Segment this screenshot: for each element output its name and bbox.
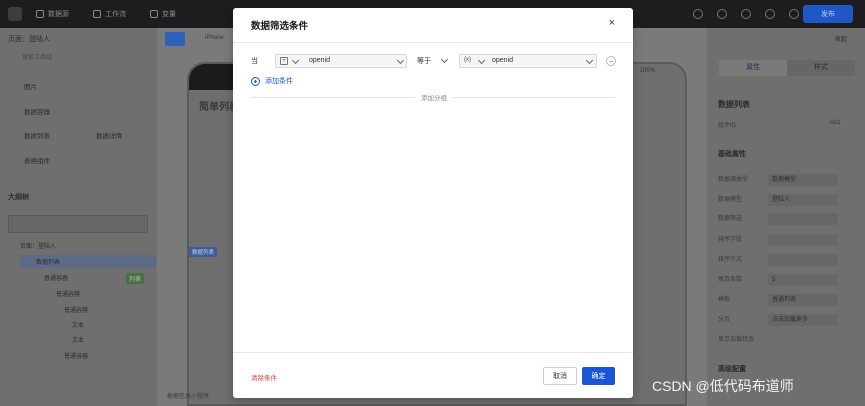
text-type-icon: T [280,57,288,65]
tree-node[interactable]: 普通容器 [64,351,88,360]
nav-workflow[interactable]: 工作流 [93,9,126,19]
prop-row: 每页条数 5 [718,274,858,288]
prop-row: 数据源类型 数据模型 [718,174,858,188]
operator-select[interactable]: 等于 [417,56,431,66]
chevron-down-icon [396,56,405,65]
play-icon[interactable] [765,9,775,19]
history-icon[interactable] [717,9,727,19]
close-icon[interactable]: × [609,17,615,29]
add-group-button[interactable]: 添加分组 [415,92,453,102]
prop-row: 数据筛选 [718,213,858,227]
left-panel: 页面：登陆人 搜索工具组 图片 数据容器 数据列表 数据详情 表格组件 大纲树 … [0,28,157,406]
nav-datasource[interactable]: 数据源 [36,9,69,19]
publish-button[interactable]: 发布 [803,5,853,23]
add-condition-button[interactable]: 添加条件 [251,75,293,87]
component-data-container[interactable]: 数据容器 [8,106,72,120]
field-value: openid [309,57,331,64]
remove-condition-icon[interactable] [606,56,616,66]
component-data-list[interactable]: 数据列表 [8,130,72,144]
tree-tag: 列表 [126,273,145,284]
prop-row: 模板 普通列表 [718,294,858,308]
battery-level: 100% [639,68,655,74]
variable-icon: {x} [464,57,472,63]
tree-node[interactable]: 页面：登陆人 [20,241,56,250]
prop-row: 显示加载状态 [718,337,755,343]
canvas-breadcrumb[interactable]: 根据信息小程序 [167,391,209,400]
tree-node[interactable]: 普通容器 [64,305,88,314]
footer-divider [233,352,633,353]
component-image[interactable]: 图片 [8,81,72,95]
help-icon[interactable] [693,9,703,19]
condition-when-label: 当 [251,58,258,65]
tree-node[interactable]: 数据列表 [36,257,60,266]
chevron-down-icon [291,56,300,65]
value-select[interactable]: {x} openid [459,54,597,68]
component-search-input[interactable]: 搜索工具组 [8,52,144,66]
component-table[interactable]: 表格组件 [8,155,72,169]
prop-row: 数据模型 登陆人 [718,194,858,208]
confirm-button[interactable]: 确定 [582,367,615,385]
tree-node[interactable]: 普通容器 [44,273,68,282]
page-selector[interactable]: 页面：登陆人 [8,34,50,44]
chevron-down-icon [477,56,486,65]
selected-component-tag: 数据列表 [189,247,218,257]
canvas-tool-icon[interactable] [165,32,185,46]
condition-row: 当 T openid 等于 {x} openid [251,54,621,68]
component-data-detail[interactable]: 数据详情 [80,130,144,144]
chevron-down-icon[interactable] [440,55,449,64]
header-divider [233,42,633,43]
property-tabs: 属性 样式 [719,60,855,76]
plus-circle-icon [251,76,260,86]
basic-section-title: 基础属性 [718,151,746,158]
tree-node[interactable]: 文本 [72,335,84,344]
clear-conditions-button[interactable]: 清除条件 [251,372,277,382]
tab-styles[interactable]: 样式 [787,60,855,76]
right-panel: 收起 属性 样式 数据列表 组件ID list1 基础属性 数据源类型 数据模型 … [707,28,865,406]
tab-properties[interactable]: 属性 [719,60,787,76]
chevron-down-icon [585,56,594,65]
preview-icon[interactable] [741,9,751,19]
workflow-icon [93,10,101,19]
device-selector[interactable]: iPhone [205,35,224,41]
app-logo [8,7,22,21]
outline-search-input[interactable] [8,215,148,233]
filter-dialog: 数据筛选条件 × 当 T openid 等于 {x} openid 添加条件 添… [233,8,633,398]
cancel-button[interactable]: 取消 [543,367,577,385]
database-icon [36,10,44,19]
prop-row: 排序方式 [718,254,858,268]
function-icon [150,10,158,19]
tree-node[interactable]: 文本 [72,320,84,329]
outline-title: 大纲树 [8,194,29,201]
collapse-toggle[interactable]: 收起 [835,34,847,43]
watermark: CSDN @低代码布道师 [652,378,794,394]
value-text: openid [492,57,514,64]
advanced-section-title: 高级配置 [718,366,746,373]
section-title: 数据列表 [718,100,750,109]
more-icon[interactable] [789,9,799,19]
prop-row: 分页 点击加载更多 [718,314,858,328]
nav-variables[interactable]: 变量 [150,9,176,19]
component-id-row: 组件ID list1 [718,120,841,129]
dialog-title: 数据筛选条件 [251,21,309,32]
field-select[interactable]: T openid [275,54,407,68]
prop-row: 排序字段 [718,234,858,248]
tree-node[interactable]: 普通容器 [56,289,80,298]
